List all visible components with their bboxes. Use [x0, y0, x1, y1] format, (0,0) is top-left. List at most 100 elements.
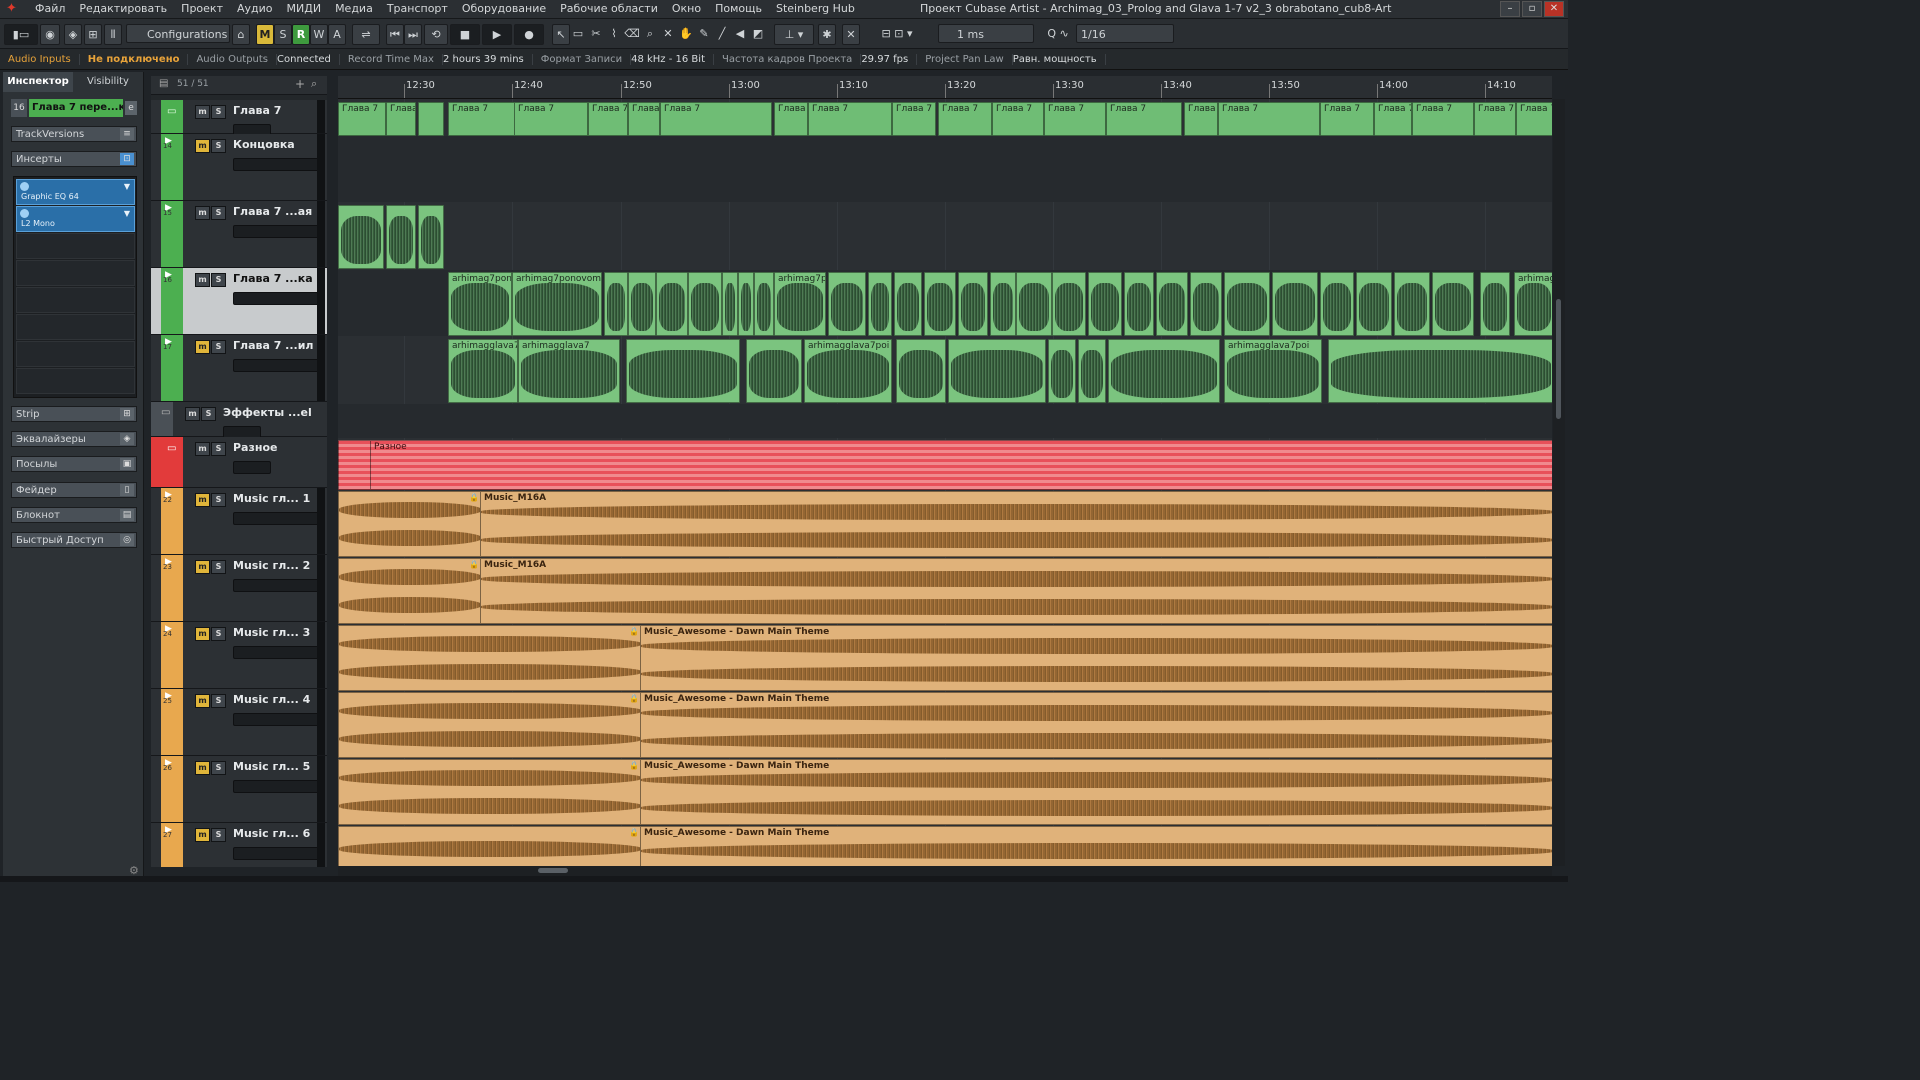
solo-button[interactable]: S: [211, 560, 226, 574]
mute-button[interactable]: m: [195, 828, 210, 842]
track-controls[interactable]: [233, 461, 271, 474]
audio-event[interactable]: Music_Awesome - Dawn Main Theme: [640, 692, 1552, 758]
solo-button[interactable]: S: [211, 340, 226, 354]
audio-event[interactable]: arhimag: [1514, 272, 1552, 336]
snap-type-dropdown[interactable]: ⊥ ▾: [774, 24, 814, 45]
folder-icon[interactable]: ▭: [167, 443, 176, 454]
section-fader[interactable]: Фейдер ▯: [11, 482, 137, 498]
track-row[interactable]: ▶ 17 m S Глава 7 ...ил: [151, 335, 327, 402]
audio-event[interactable]: arhimag7pon: [448, 272, 512, 336]
audio-event[interactable]: [1124, 272, 1154, 336]
track-name[interactable]: Music гл... 6: [233, 827, 310, 840]
cycle-icon[interactable]: ⟲: [424, 24, 448, 45]
audio-event[interactable]: [338, 205, 384, 269]
folder-part[interactable]: [418, 102, 444, 136]
go-to-start-icon[interactable]: ⏮: [386, 24, 404, 45]
track-controls[interactable]: [233, 158, 319, 171]
audio-event[interactable]: 🔒: [338, 759, 642, 825]
track-name[interactable]: Music гл... 5: [233, 760, 310, 773]
auto-fade-icon[interactable]: ✕: [842, 24, 860, 45]
line-tool-icon[interactable]: ╱: [714, 24, 730, 43]
solo-button[interactable]: S: [211, 206, 226, 220]
track-row[interactable]: ▭ m S Разное: [151, 437, 327, 488]
mute-button[interactable]: m: [195, 340, 210, 354]
menu-transport[interactable]: Транспорт: [380, 0, 455, 18]
audio-event[interactable]: [754, 272, 774, 336]
track-name[interactable]: Music гл... 3: [233, 626, 310, 639]
audio-event[interactable]: [628, 272, 656, 336]
section-trackversions[interactable]: TrackVersions ≡: [11, 126, 137, 142]
edit-channel-icon[interactable]: e: [125, 101, 137, 115]
audio-inputs-label[interactable]: Audio Inputs: [0, 53, 80, 65]
track-row[interactable]: ▶ 25 m S Music гл... 4: [151, 689, 327, 756]
folder-part[interactable]: Глава 7: [660, 102, 772, 136]
track-controls[interactable]: [233, 512, 319, 525]
mute-button[interactable]: m: [195, 627, 210, 641]
folder-part[interactable]: Глава 7: [1516, 102, 1552, 136]
nudge-value-dropdown[interactable]: 1 ms: [938, 24, 1034, 43]
folder-part[interactable]: Глава 7: [386, 102, 416, 136]
mute-button[interactable]: m: [195, 206, 210, 220]
track-row[interactable]: ▶ 26 m S Music гл... 5: [151, 756, 327, 823]
folder-part[interactable]: Глава 7: [938, 102, 992, 136]
solo-button[interactable]: S: [211, 627, 226, 641]
audio-event[interactable]: [1320, 272, 1354, 336]
audio-event[interactable]: [924, 272, 956, 336]
mute-button[interactable]: m: [195, 694, 210, 708]
inspector-track-name[interactable]: Глава 7 пере...ка: [29, 99, 123, 117]
record-time-label[interactable]: Record Time Max: [340, 53, 443, 65]
menu-devices[interactable]: Оборудование: [455, 0, 553, 18]
stop-icon[interactable]: ■: [450, 24, 480, 45]
audio-event[interactable]: [418, 205, 444, 269]
solo-button[interactable]: S: [211, 139, 226, 153]
audio-event[interactable]: Music_M16A: [480, 491, 1552, 557]
audio-event[interactable]: [656, 272, 688, 336]
audio-event[interactable]: [688, 272, 722, 336]
audio-event[interactable]: [948, 339, 1046, 403]
solo-button[interactable]: S: [211, 442, 226, 456]
track-row[interactable]: ▭ m S Глава 7: [151, 100, 327, 137]
track-row[interactable]: ▶ 15 m S Глава 7 ...ая: [151, 201, 327, 268]
audio-event[interactable]: [1078, 339, 1106, 403]
mute-button[interactable]: m: [195, 139, 210, 153]
folder-part[interactable]: Разное: [370, 440, 1552, 490]
glue-tool-icon[interactable]: ⌇: [606, 24, 622, 43]
chevron-down-icon[interactable]: ▼: [124, 182, 130, 191]
section-quick-controls[interactable]: Быстрый Доступ ◎: [11, 532, 137, 548]
zoom-tool-icon[interactable]: ⌕: [642, 24, 658, 43]
object-selection-tool-icon[interactable]: ↖: [552, 24, 570, 45]
audio-event[interactable]: [958, 272, 988, 336]
folder-part[interactable]: Глава 7: [1320, 102, 1374, 136]
audio-outputs-label[interactable]: Audio Outputs: [188, 53, 278, 65]
track-name[interactable]: Music гл... 2: [233, 559, 310, 572]
folder-icon[interactable]: ▭: [161, 407, 170, 418]
split-tool-icon[interactable]: ✂: [588, 24, 604, 43]
audio-event[interactable]: [990, 272, 1016, 336]
insert-slot-5[interactable]: [16, 287, 135, 313]
mute-button[interactable]: m: [195, 761, 210, 775]
menu-help[interactable]: Помощь: [708, 0, 769, 18]
track-name[interactable]: Глава 7 ...ая: [233, 205, 312, 218]
configurations-dropdown[interactable]: Configurations: [126, 24, 230, 43]
edit-tools-icon[interactable]: ◈: [64, 24, 82, 45]
auto-scroll-icon[interactable]: ⇌: [352, 24, 380, 45]
track-name[interactable]: Разное: [233, 441, 278, 454]
menu-steinberg-hub[interactable]: Steinberg Hub: [769, 0, 862, 18]
mute-button[interactable]: m: [195, 105, 210, 119]
tab-visibility[interactable]: Visibility: [73, 72, 143, 92]
folder-part[interactable]: Глава 7: [808, 102, 892, 136]
speaker-tool-icon[interactable]: ◀: [732, 24, 748, 43]
search-icon[interactable]: ⌕: [311, 77, 317, 91]
menu-media[interactable]: Медиа: [328, 0, 380, 18]
menu-edit[interactable]: Редактировать: [72, 0, 174, 18]
section-inserts[interactable]: Инсерты ⊡: [11, 151, 137, 167]
inspector-track-header[interactable]: 16 Глава 7 пере...ка e: [11, 99, 137, 117]
folder-part[interactable]: Глава 7: [338, 102, 386, 136]
frame-rate-label[interactable]: Частота кадров Проекта: [714, 53, 862, 65]
close-icon[interactable]: ✕: [1544, 1, 1564, 17]
track-name[interactable]: Music гл... 1: [233, 492, 310, 505]
audio-event[interactable]: [1108, 339, 1220, 403]
audio-event[interactable]: [1088, 272, 1122, 336]
audio-event[interactable]: [386, 205, 416, 269]
track-row-selected[interactable]: ▶ 16 m S Глава 7 ...ка: [151, 268, 327, 335]
